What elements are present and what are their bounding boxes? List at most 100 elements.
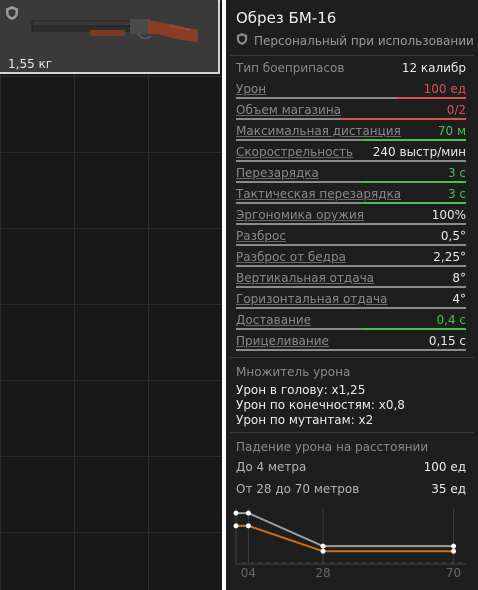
stat-row: Тип боеприпасов 12 калибр — [236, 58, 466, 79]
falloff-range-label: До 4 метра — [236, 460, 307, 474]
stat-bar-fill — [362, 328, 466, 330]
stat-label: Прицеливание — [236, 334, 329, 348]
stat-bar — [236, 118, 466, 120]
damage-modifier-mutants: Урон по мутантам: x2 — [236, 413, 374, 427]
stat-row[interactable]: Перезарядка 3 с — [236, 163, 466, 184]
chart-point — [320, 543, 326, 549]
stat-row[interactable]: Тактическая перезарядка 3 с — [236, 184, 466, 205]
stat-value: 0,15 с — [428, 334, 466, 348]
falloff-damage-value: 35 ед — [431, 482, 466, 496]
stat-value: 100 ед — [423, 82, 466, 96]
sawn-off-shotgun-icon — [31, 19, 198, 42]
chart-point — [320, 548, 326, 554]
chart-point — [451, 543, 457, 549]
stat-bar — [236, 181, 466, 183]
shield-icon — [5, 5, 19, 25]
stat-row[interactable]: Горизонтальная отдача 4° — [236, 289, 466, 310]
chart-series-line — [236, 512, 454, 548]
stat-value: 3 с — [447, 166, 466, 180]
stat-value: 0,5° — [440, 229, 466, 243]
item-details-panel: Обрез БМ-16 Персональный при использован… — [226, 0, 478, 590]
stat-value: 4° — [452, 292, 466, 306]
stat-bar-fill — [362, 181, 466, 183]
inventory-grid — [0, 0, 222, 590]
stat-row[interactable]: Скорострельность 240 выстр/мин — [236, 142, 466, 163]
stat-bar — [236, 97, 466, 99]
falloff-range-label: От 28 до 70 метров — [236, 482, 360, 496]
stat-value: 2,25° — [433, 250, 466, 264]
stat-label: Урон — [236, 82, 267, 96]
stat-value: 240 выстр/мин — [372, 145, 466, 159]
stat-bar — [236, 139, 466, 141]
stat-label: Максимальная дистанция — [236, 124, 401, 138]
stat-label: Тактическая перезарядка — [236, 187, 402, 201]
stat-bar — [236, 328, 466, 330]
falloff-row: От 28 до 70 метров 35 ед — [236, 482, 466, 496]
stat-bar — [236, 307, 466, 309]
stat-bar — [236, 202, 466, 204]
chart-tick-label: 04 — [241, 566, 256, 580]
item-title: Обрез БМ-16 — [236, 9, 337, 27]
stat-label: Горизонтальная отдача — [236, 292, 388, 306]
stat-bar-fill — [362, 202, 466, 204]
chart-tick-label: 70 — [446, 566, 461, 580]
stat-bar — [236, 265, 466, 267]
stat-bar — [236, 244, 466, 246]
stat-label: Скорострельность — [236, 145, 354, 159]
stat-row[interactable]: Вертикальная отдача 8° — [236, 268, 466, 289]
personal-binding-text: Персональный при использовании — [254, 33, 474, 48]
stat-value: 12 калибр — [401, 61, 466, 75]
stat-label: Разброс — [236, 229, 286, 243]
stat-bar — [236, 286, 466, 288]
stat-label: Объем магазина — [236, 103, 342, 117]
inventory-item-shotgun[interactable]: 1,55 кг — [0, 0, 220, 74]
stat-value: 100% — [431, 208, 466, 222]
chart-tick-label: 28 — [315, 566, 330, 580]
chart-point — [233, 510, 239, 516]
stat-bar-fill — [362, 139, 466, 141]
damage-modifier-head: Урон в голову: x1,25 — [236, 383, 366, 397]
item-subtitle: Персональный при использовании — [236, 32, 474, 49]
stat-value: 8° — [452, 271, 466, 285]
stat-row[interactable]: Урон 100 ед — [236, 79, 466, 100]
stat-bar-fill — [339, 118, 466, 120]
stat-bar-fill — [397, 97, 466, 99]
damage-falloff-chart: 04 28 70 — [233, 508, 466, 580]
stat-label: Перезарядка — [236, 166, 319, 180]
divider — [230, 432, 474, 433]
falloff-row: До 4 метра 100 ед — [236, 460, 466, 474]
chart-series-line — [236, 524, 454, 553]
stat-label: Эргономика оружия — [236, 208, 364, 222]
stat-bar — [236, 160, 466, 162]
item-weight: 1,55 кг — [8, 57, 53, 71]
stat-value: 0,4 с — [436, 313, 467, 327]
stat-label: Тип боеприпасов — [236, 61, 345, 75]
chart-point — [245, 523, 251, 529]
stat-row[interactable]: Прицеливание 0,15 с — [236, 331, 466, 352]
stat-row[interactable]: Разброс 0,5° — [236, 226, 466, 247]
damage-modifier-limbs: Урон по конечностям: x0,8 — [236, 398, 405, 412]
divider — [230, 357, 474, 358]
stat-row[interactable]: Доставание 0,4 с — [236, 310, 466, 331]
shield-icon — [236, 32, 248, 49]
stat-value: 3 с — [447, 187, 466, 201]
stat-bar — [236, 349, 466, 351]
stat-value: 70 м — [437, 124, 466, 138]
chart-point — [245, 510, 251, 516]
damage-falloff-title: Падение урона на расстоянии — [236, 440, 429, 454]
stat-label: Разброс от бедра — [236, 250, 346, 264]
falloff-damage-value: 100 ед — [423, 460, 466, 474]
chart-point — [233, 523, 239, 529]
stat-bar — [236, 223, 466, 225]
stat-value: 0/2 — [446, 103, 466, 117]
chart-point — [451, 548, 457, 554]
stat-row[interactable]: Эргономика оружия 100% — [236, 205, 466, 226]
damage-modifiers-title: Множитель урона — [236, 365, 351, 379]
stat-row[interactable]: Максимальная дистанция 70 м — [236, 121, 466, 142]
divider — [230, 55, 474, 56]
stats-list: Тип боеприпасов 12 калибр Урон 100 ед Объем … — [236, 58, 466, 352]
stat-row[interactable]: Объем магазина 0/2 — [236, 100, 466, 121]
stat-row[interactable]: Разброс от бедра 2,25° — [236, 247, 466, 268]
stat-label: Вертикальная отдача — [236, 271, 375, 285]
stat-label: Доставание — [236, 313, 312, 327]
